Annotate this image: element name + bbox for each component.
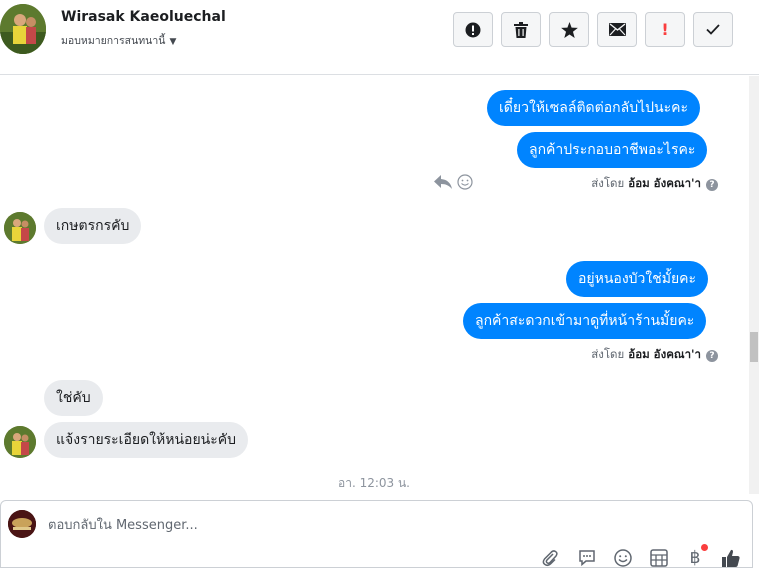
help-icon[interactable]: ? (706, 179, 718, 191)
checkmark-icon (706, 24, 720, 35)
message-thread[interactable]: เดี๋ยวให้เซลล์ติดต่อกลับไปนะคะ ลูกค้าประ… (0, 76, 748, 494)
scrollbar-thumb[interactable] (750, 332, 758, 362)
sent-by-name: อ้อม อังคณา'า (628, 347, 701, 361)
message-outgoing[interactable]: ลูกค้าสะดวกเข้ามาดูที่หน้าร้านมั้ยคะ (463, 303, 707, 339)
contact-avatar-small[interactable] (4, 212, 36, 244)
attach-icon (542, 550, 558, 567)
envelope-icon (608, 23, 626, 36)
baht-icon: ฿ (689, 548, 701, 568)
done-button[interactable] (693, 12, 733, 47)
thumbs-up-icon (722, 549, 740, 567)
assign-conversation-dropdown[interactable]: มอบหมายการสนทนานี้ ▼ (61, 32, 176, 49)
message-timestamp: อา. 12:03 น. (338, 476, 410, 490)
sent-by-line: ส่งโดย อ้อม อังคณา'า? (591, 346, 718, 364)
template-button[interactable] (648, 547, 670, 569)
message-outgoing[interactable]: ลูกค้าประกอบอาชีพอะไรคะ (517, 132, 708, 168)
message-incoming[interactable]: แจ้งรายระเอียดให้หน่อยน่ะคับ (44, 422, 248, 458)
conversation-header: Wirasak Kaeoluechal มอบหมายการสนทนานี้▼ (0, 0, 759, 75)
reply-composer: ฿ (0, 500, 753, 568)
sent-by-line: ส่งโดย อ้อม อังคณา'า? (591, 175, 718, 193)
message-outgoing[interactable]: เดี๋ยวให้เซลล์ติดต่อกลับไปนะคะ (487, 90, 700, 126)
delete-button[interactable] (501, 12, 541, 47)
important-button[interactable]: ! (645, 12, 685, 47)
star-icon (560, 21, 578, 38)
payment-button[interactable]: ฿ (684, 544, 708, 569)
message-text: แจ้งรายระเอียดให้หน่อยน่ะคับ (56, 432, 236, 448)
reply-icon[interactable] (433, 174, 453, 190)
message-text: ใช่คับ (56, 390, 91, 406)
reply-input[interactable] (48, 515, 548, 535)
contact-name[interactable]: Wirasak Kaeoluechal (61, 9, 226, 25)
contact-avatar-small[interactable] (4, 426, 36, 458)
sent-by-prefix: ส่งโดย (591, 347, 625, 361)
message-text: อยู่หนองบัวใช่มั้ยคะ (578, 271, 697, 287)
page-avatar (8, 510, 36, 538)
assign-label: มอบหมายการสนทนานี้ (61, 35, 166, 47)
sent-by-prefix: ส่งโดย (591, 176, 625, 190)
message-text: ลูกค้าสะดวกเข้ามาดูที่หน้าร้านมั้ยคะ (475, 313, 695, 329)
attach-button[interactable] (539, 547, 561, 569)
message-incoming[interactable]: ใช่คับ (44, 380, 103, 416)
trash-icon (514, 21, 528, 38)
star-button[interactable] (549, 12, 589, 47)
saved-replies-button[interactable] (576, 547, 598, 569)
alert-circle-icon (465, 22, 481, 37)
notification-dot (701, 544, 708, 551)
thread-scrollbar[interactable] (749, 76, 759, 494)
contact-avatar[interactable] (0, 4, 46, 54)
report-button[interactable] (453, 12, 493, 47)
exclamation-icon: ! (661, 20, 669, 39)
react-emoji-icon[interactable] (457, 174, 473, 190)
sent-by-name: อ้อม อังคณา'า (628, 176, 701, 190)
caret-down-icon: ▼ (169, 37, 177, 47)
message-text: ลูกค้าประกอบอาชีพอะไรคะ (529, 142, 696, 158)
emoji-icon (614, 549, 632, 567)
help-icon[interactable]: ? (706, 350, 718, 362)
mark-unread-button[interactable] (597, 12, 637, 47)
message-hover-actions (433, 174, 473, 190)
message-incoming[interactable]: เกษตรกรคับ (44, 208, 142, 244)
message-text: เดี๋ยวให้เซลล์ติดต่อกลับไปนะคะ (499, 100, 688, 116)
like-button[interactable] (720, 547, 742, 569)
template-icon (650, 549, 668, 567)
emoji-button[interactable] (612, 547, 634, 569)
message-text: เกษตรกรคับ (56, 218, 130, 234)
message-outgoing[interactable]: อยู่หนองบัวใช่มั้ยคะ (566, 261, 709, 297)
chat-bubble-icon (579, 550, 595, 567)
